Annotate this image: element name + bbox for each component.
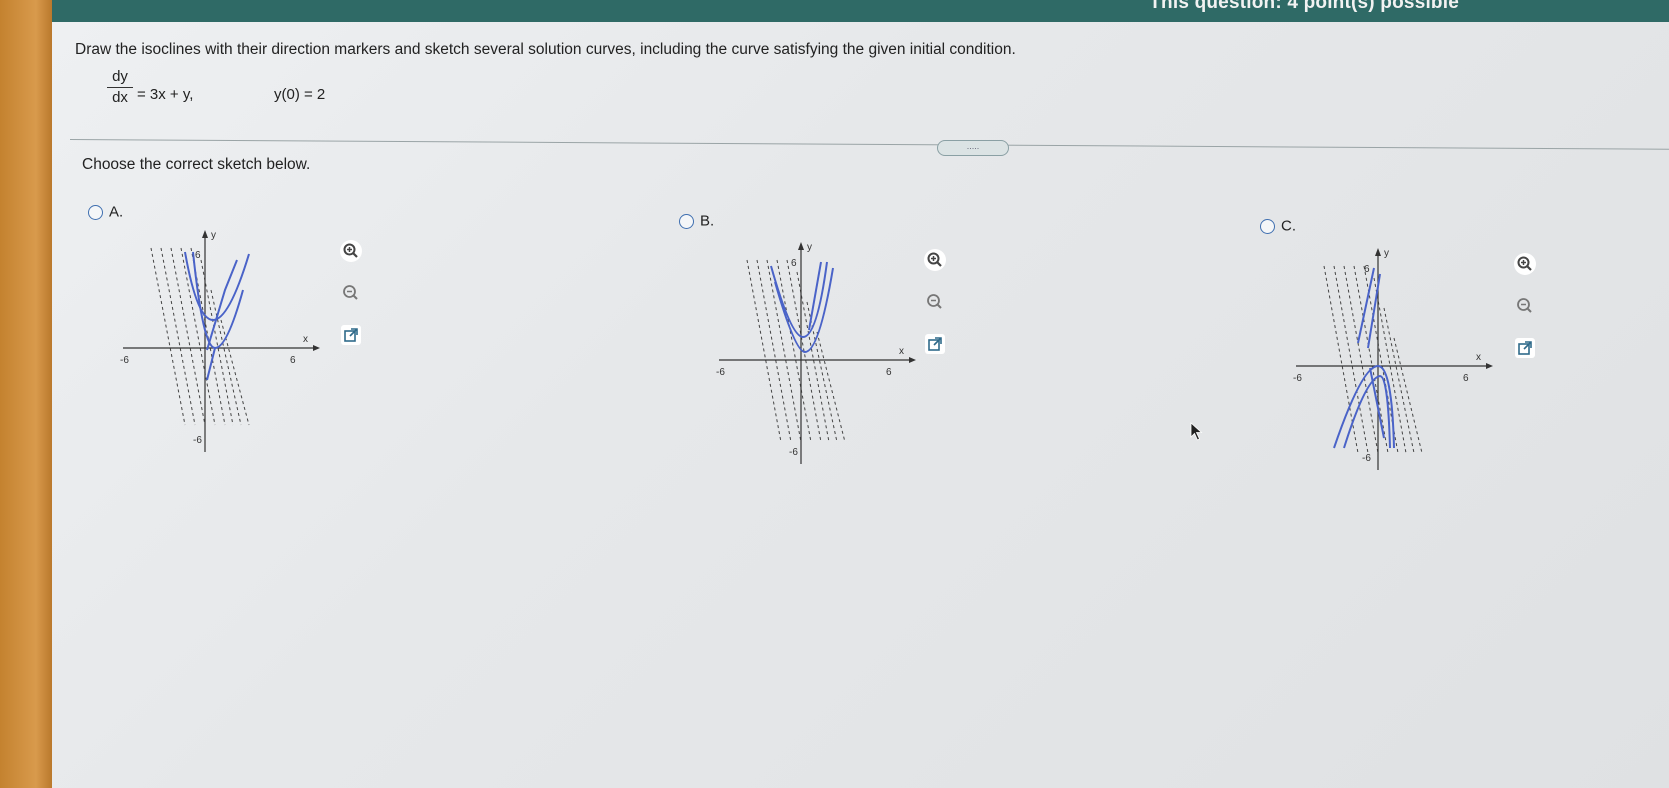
fraction-numerator: dy — [112, 68, 128, 85]
isocline-markers — [1323, 265, 1423, 454]
section-divider — [69, 139, 1669, 150]
y-axis-label: y — [211, 230, 216, 241]
zoom-out-icon[interactable] — [338, 280, 364, 306]
option-a[interactable]: A. — [88, 203, 123, 221]
zoom-out-icon[interactable] — [922, 289, 948, 315]
x-max-tick: 6 — [886, 367, 892, 378]
option-b-radio[interactable] — [679, 213, 694, 229]
y-min-tick: -6 — [1362, 453, 1371, 464]
option-b-label: B. — [700, 212, 715, 230]
y-axis-arrow — [1375, 248, 1381, 256]
solution-curves — [184, 251, 250, 381]
expand-more-button[interactable]: ..... — [937, 140, 1009, 156]
points-status: This question: 4 point(s) possible — [1149, 0, 1459, 13]
open-new-window-icon[interactable] — [338, 322, 364, 348]
option-c-label: C. — [1281, 217, 1296, 235]
y-min-tick: -6 — [789, 447, 798, 458]
x-min-tick: -6 — [716, 367, 725, 378]
option-a-label: A. — [109, 203, 124, 221]
y-max-tick: 6 — [791, 258, 797, 269]
question-prompt: Draw the isoclines with their direction … — [75, 41, 1016, 58]
x-axis-label: x — [1476, 352, 1481, 363]
option-c[interactable]: C. — [1260, 217, 1296, 235]
open-new-window-icon[interactable] — [1512, 335, 1538, 361]
fraction-denominator: dx — [112, 89, 128, 106]
screen: This question: 4 point(s) possible Draw … — [52, 0, 1669, 788]
initial-condition: y(0) = 2 — [274, 86, 326, 103]
x-max-tick: 6 — [290, 355, 296, 366]
equation-rhs: = 3x + y, — [137, 86, 194, 103]
open-new-window-icon[interactable] — [922, 331, 948, 357]
y-axis-label: y — [1384, 248, 1389, 259]
solution-curves — [1333, 267, 1395, 449]
x-min-tick: -6 — [120, 355, 129, 366]
y-axis-label: y — [807, 242, 812, 253]
zoom-in-icon[interactable] — [922, 247, 948, 273]
fraction-bar — [107, 87, 133, 88]
option-a-radio[interactable] — [88, 204, 103, 220]
option-c-radio[interactable] — [1260, 218, 1275, 234]
zoom-out-icon[interactable] — [1512, 293, 1538, 319]
mouse-cursor-icon — [1190, 422, 1203, 441]
y-max-tick: 6 — [1364, 264, 1370, 275]
isocline-markers — [150, 247, 250, 426]
choose-instruction: Choose the correct sketch below. — [82, 156, 311, 173]
y-min-tick: -6 — [193, 435, 202, 446]
x-axis-arrow — [1486, 363, 1493, 369]
x-axis-label: x — [899, 346, 904, 357]
option-c-graph: x y -6 6 6 -6 — [1293, 248, 1493, 470]
y-axis-arrow — [202, 230, 208, 238]
derivative-fraction: dy dx — [107, 68, 133, 107]
option-a-graph: x y -6 6 6 -6 — [120, 230, 320, 452]
zoom-in-icon[interactable] — [338, 238, 364, 264]
x-axis-label: x — [303, 334, 308, 345]
option-c-tools — [1512, 251, 1542, 377]
y-max-tick: 6 — [195, 250, 201, 261]
option-b[interactable]: B. — [679, 212, 714, 230]
option-b-tools — [922, 247, 952, 373]
x-axis-arrow — [313, 345, 320, 351]
header-bar: This question: 4 point(s) possible — [52, 0, 1669, 22]
x-min-tick: -6 — [1293, 373, 1302, 384]
x-max-tick: 6 — [1463, 373, 1469, 384]
option-b-graph: x y -6 6 6 -6 — [716, 242, 916, 464]
zoom-in-icon[interactable] — [1512, 251, 1538, 277]
y-axis-arrow — [798, 242, 804, 250]
x-axis-arrow — [909, 357, 916, 363]
option-a-tools — [338, 238, 368, 364]
